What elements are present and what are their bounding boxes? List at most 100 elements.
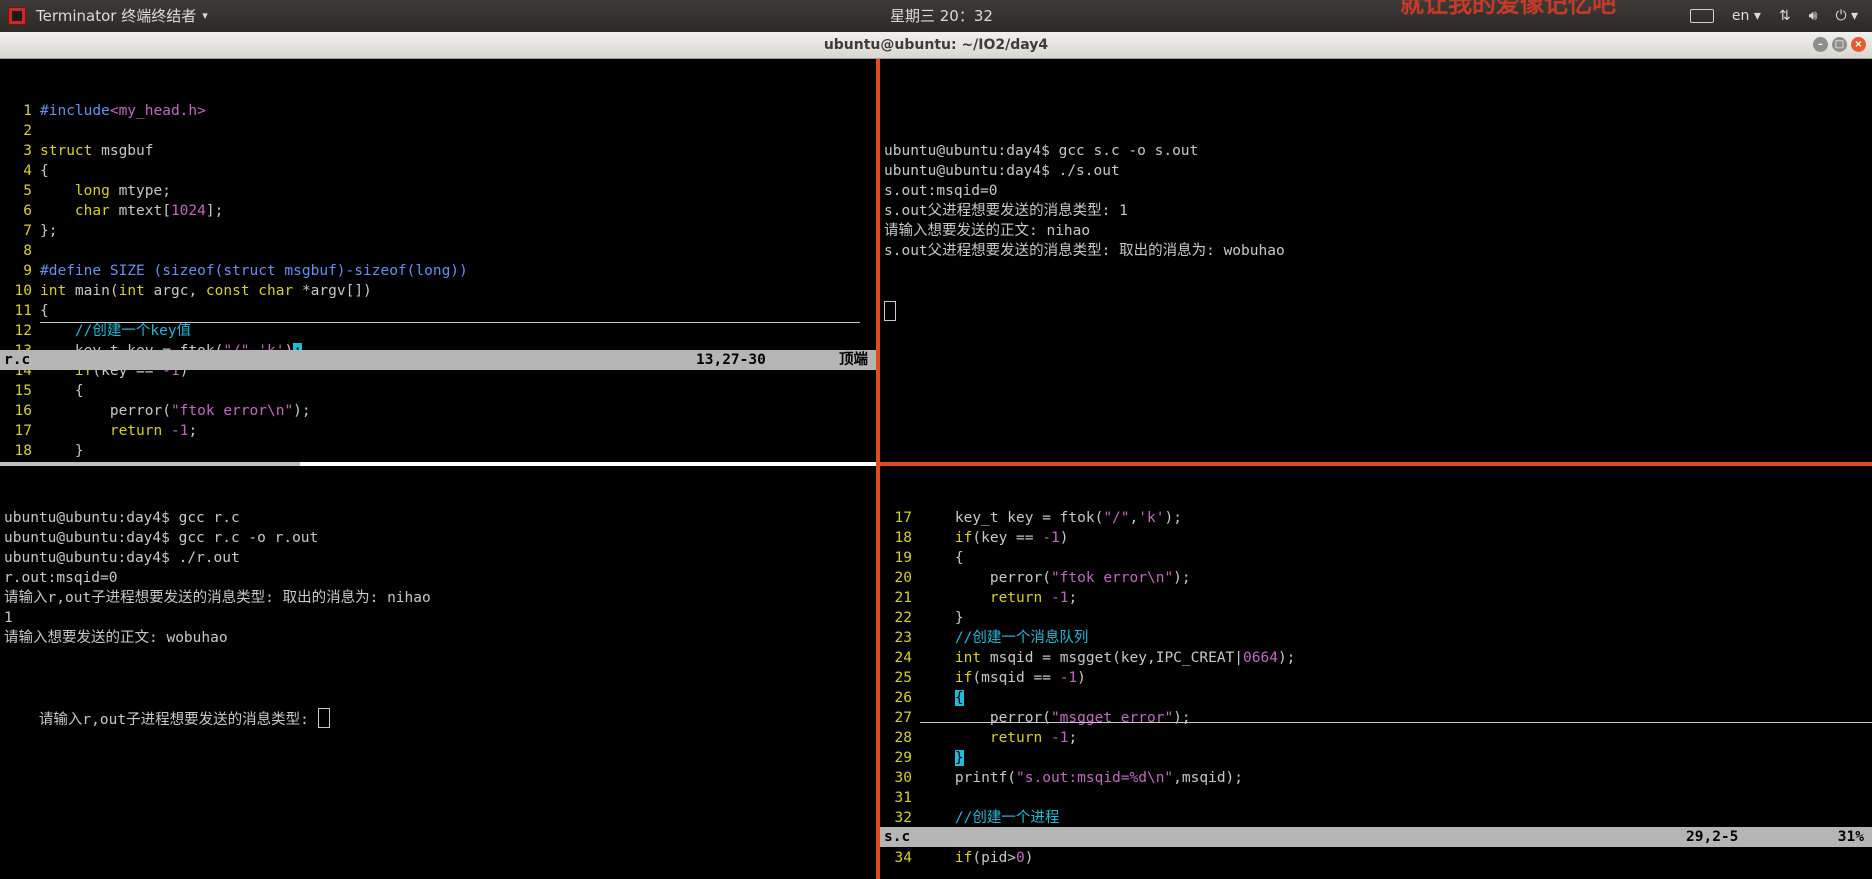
code-token: (pid>: [972, 850, 1017, 866]
code-token: msqid = msgget(key,IPC_CREAT|: [981, 650, 1244, 666]
code-line: 15 {: [0, 381, 876, 401]
code-text: {: [920, 548, 964, 568]
code-token: #define SIZE (sizeof(struct msgbuf)-size…: [40, 263, 468, 279]
code-line: 27 perror("msgget error");: [880, 708, 1872, 728]
code-line: 18 }: [0, 441, 876, 461]
keyboard-icon[interactable]: [1689, 9, 1714, 23]
code-token: #include: [40, 103, 110, 119]
cursor-line: [40, 322, 860, 323]
code-line: 5 long mtype;: [0, 181, 876, 201]
window-title: ubuntu@ubuntu: ~/IO2/day4: [823, 37, 1049, 53]
code-line: 24 int msqid = msgget(key,IPC_CREAT|0664…: [880, 648, 1872, 668]
code-text: {: [920, 688, 964, 708]
terminal-prompt-row: 请输入r,out子进程想要发送的消息类型:: [4, 688, 880, 728]
code-token: return: [989, 590, 1043, 606]
code-token: if: [954, 670, 973, 686]
terminal-output: ubuntu@ubuntu:day4$ gcc s.c -o s.out ubun…: [884, 99, 1872, 261]
terminal-line: s.out:msqid=0: [884, 183, 998, 199]
code-line: 34 if(pid>0): [880, 848, 1872, 868]
code-text: //创建一个进程: [920, 808, 1059, 828]
code-token: -1: [1050, 730, 1069, 746]
code-text: long mtype;: [40, 181, 171, 201]
code-token: //创建一个进程: [954, 810, 1060, 826]
terminal-line: ubuntu@ubuntu:day4$ gcc r.c: [4, 510, 240, 526]
line-number: 29: [894, 750, 912, 766]
line-number: 3: [23, 143, 32, 159]
code-text: //创建一个消息队列: [920, 628, 1088, 648]
code-text: if(msqid == -1): [920, 668, 1086, 688]
code-token: *argv[]): [293, 283, 372, 299]
code-token: {: [920, 550, 964, 566]
maximize-button[interactable]: □: [1832, 37, 1847, 52]
window-titlebar[interactable]: ubuntu@ubuntu: ~/IO2/day4 – □ ×: [0, 32, 1872, 59]
code-line: 17 key_t key = ftok("/",'k');: [880, 508, 1872, 528]
code-text: }: [920, 608, 964, 628]
line-number: 21: [894, 590, 912, 606]
code-token: }: [40, 443, 84, 459]
code-text: struct msgbuf: [40, 141, 154, 161]
code-line: 11 {: [0, 301, 876, 321]
pane-terminal-rout[interactable]: ubuntu@ubuntu:day4$ gcc r.c ubuntu@ubuntu…: [0, 466, 880, 879]
horizontal-splitter-right[interactable]: [880, 462, 1872, 466]
volume-icon[interactable]: 🔊︎: [1809, 0, 1818, 32]
line-number: 2: [23, 123, 32, 139]
horizontal-splitter-left[interactable]: [0, 462, 876, 466]
status-percent: 31%: [1837, 829, 1864, 845]
network-icon[interactable]: ⇅: [1779, 0, 1791, 32]
code-text: if(pid>0): [920, 848, 1034, 868]
language-indicator[interactable]: en ▾: [1732, 0, 1761, 32]
line-number: 24: [894, 650, 912, 666]
pane-vim-sc[interactable]: 17 key_t key = ftok("/",'k'); 18 if(key =…: [880, 466, 1872, 879]
code-token: "/": [1103, 510, 1130, 526]
pane-terminal-sout[interactable]: ubuntu@ubuntu:day4$ gcc s.c -o s.out ubun…: [880, 59, 1872, 462]
line-number: 1: [23, 103, 32, 119]
code-token: //创建一个key值: [74, 323, 192, 339]
code-text: int main(int argc, const char *argv[]): [40, 281, 372, 301]
code-text: if(key == -1): [920, 528, 1069, 548]
app-menu[interactable]: Terminator 终端终结者 ▾: [8, 0, 208, 32]
code-token: 0: [1016, 850, 1025, 866]
code-token: ,msqid);: [1173, 770, 1244, 786]
terminal-line: s.out父进程想要发送的消息类型: 1: [884, 203, 1128, 219]
code-token: 0664: [1243, 650, 1278, 666]
line-number: 8: [23, 243, 32, 259]
code-text: #include<my_head.h>: [40, 101, 206, 121]
code-text: }: [920, 748, 964, 768]
pane-vim-rc[interactable]: 1 #include<my_head.h> 2 3 struct msgbuf 4{5 l…: [0, 59, 876, 462]
code-token: };: [40, 223, 58, 239]
code-token: if: [954, 530, 973, 546]
line-number: 27: [894, 710, 912, 726]
vertical-splitter[interactable]: [876, 59, 880, 879]
code-token: "ftok error\n": [1050, 570, 1174, 586]
code-token: ): [1024, 850, 1034, 866]
code-token: printf(: [920, 770, 1017, 786]
code-line: 17 return -1;: [0, 421, 876, 441]
clock[interactable]: 星期三 20：32: [890, 0, 993, 32]
line-number: 9: [23, 263, 32, 279]
code-token: -1: [1059, 670, 1078, 686]
code-token: }: [954, 750, 964, 766]
overlay-text: 就让我的爱像记忆吧: [1400, 0, 1616, 18]
line-number: 22: [894, 610, 912, 626]
close-button[interactable]: ×: [1851, 37, 1866, 52]
cursor-line: [920, 722, 1872, 723]
power-icon[interactable]: ⏻ ▾: [1835, 0, 1858, 32]
code-token: //创建一个消息队列: [954, 630, 1089, 646]
code-text: int msqid = msgget(key,IPC_CREAT|0664);: [920, 648, 1296, 668]
code-line: 18 if(key == -1): [880, 528, 1872, 548]
code-token: key_t key = ftok(: [920, 510, 1104, 526]
code-line: 28 return -1;: [880, 728, 1872, 748]
code-token: }: [920, 610, 964, 626]
minimize-button[interactable]: –: [1813, 37, 1828, 52]
code-line: 29 }: [880, 748, 1872, 768]
line-number: 23: [894, 630, 912, 646]
top-panel: Terminator 终端终结者 ▾ 星期三 20：32 就让我的爱像记忆吧 e…: [0, 0, 1872, 32]
terminal-line: s.out父进程想要发送的消息类型: 取出的消息为: wobuhao: [884, 243, 1285, 259]
code-token: ,: [1129, 510, 1139, 526]
